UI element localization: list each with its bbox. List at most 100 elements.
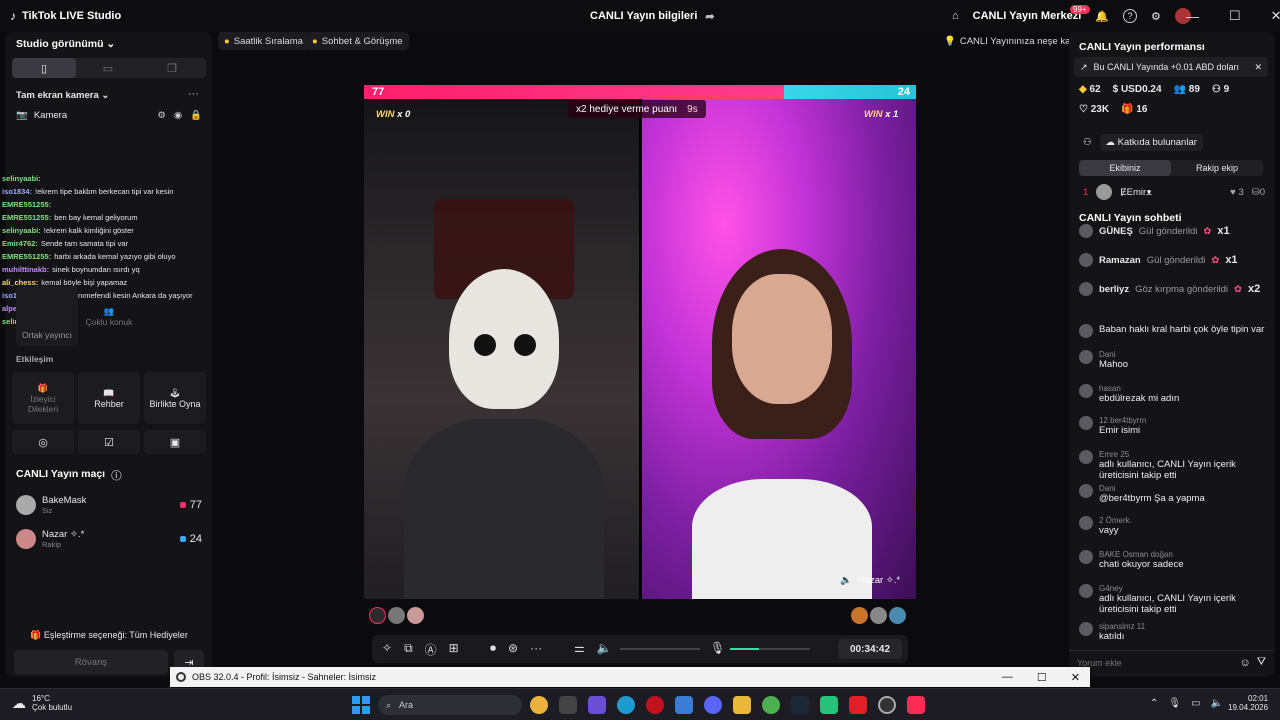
score-dot: [179, 502, 186, 508]
play-together-button[interactable]: 🕹 Birlikte Oyna: [144, 372, 206, 424]
magic-wand-icon[interactable]: ✧: [382, 641, 392, 658]
record-icon[interactable]: ⏺: [490, 641, 496, 656]
avatar[interactable]: [407, 607, 424, 624]
game-icon[interactable]: [820, 696, 838, 714]
volume-icon[interactable]: 🔈: [1211, 698, 1223, 709]
steam-icon[interactable]: [791, 696, 809, 714]
share-icon[interactable]: ➦: [705, 10, 714, 23]
box-button[interactable]: ▣: [144, 430, 206, 454]
overlay-chat-line: muhilttinakb: sinek boynumdan ısırdı yq: [2, 265, 140, 274]
store-icon[interactable]: [559, 696, 577, 714]
overlay-chat-line: EMRE551255:: [2, 200, 54, 209]
check-button[interactable]: ☑: [78, 430, 140, 454]
avatar[interactable]: [851, 607, 868, 624]
edge-icon[interactable]: [617, 696, 635, 714]
mic-slider[interactable]: [730, 648, 810, 650]
rematch-button[interactable]: Rövanş: [14, 650, 168, 674]
gear-icon[interactable]: ⚙: [1151, 10, 1161, 23]
eye-icon[interactable]: ◉: [174, 110, 182, 121]
filter-icon[interactable]: ⛛: [1257, 656, 1266, 669]
folder-icon[interactable]: [733, 696, 751, 714]
maximize-icon[interactable]: ☐: [1229, 8, 1241, 24]
minimize-icon[interactable]: —: [1186, 9, 1199, 24]
microphone-icon[interactable]: 🎙: [1168, 698, 1181, 709]
target-button[interactable]: ◎: [12, 430, 74, 454]
chat-meet-chip[interactable]: ● Sohbet & Görüşme: [306, 32, 409, 50]
discord-icon[interactable]: [704, 696, 722, 714]
maximize-icon[interactable]: ☐: [1037, 671, 1047, 684]
help-icon[interactable]: ⓘ: [111, 468, 122, 483]
display-icon[interactable]: ▭: [1191, 698, 1200, 709]
live-center-link[interactable]: CANLI Yayın Merkezi: [973, 10, 1082, 22]
opera-icon[interactable]: [646, 696, 664, 714]
fun-chip[interactable]: 💡 CANLI Yayınınıza neşe katın: [938, 32, 1087, 50]
contributors-row[interactable]: ⚇ ☁ Katkıda bulunanlar: [1083, 134, 1203, 151]
bell-icon[interactable]: 🔔: [1095, 10, 1109, 23]
sliders-icon[interactable]: ⚌: [574, 641, 585, 655]
contributors-button[interactable]: ☁ Katkıda bulunanlar: [1099, 134, 1203, 151]
match-option[interactable]: 🎁 Eşleştirme seçeneği: Tüm Hediyeler: [6, 630, 212, 641]
avatar[interactable]: [388, 607, 405, 624]
chat-message: adlı kullanıcı, CANLI Yayın içerik üreti…: [1099, 593, 1236, 615]
mask-eye: [474, 334, 496, 356]
gift-row: Ramazan Gül gönderildi ✿ x1: [1079, 253, 1238, 267]
clock[interactable]: 02:01 19.04.2026: [1228, 694, 1268, 712]
microphone-icon[interactable]: 🎙: [710, 641, 725, 655]
hourly-ranking-chip[interactable]: ● Saatlik Sıralama: [218, 32, 309, 50]
camera-source[interactable]: 📷 Kamera ⚙ ◉ 🔒: [16, 110, 202, 121]
co-host-button[interactable]: Ortak yayıncı: [16, 286, 78, 346]
multi-layout-button[interactable]: ❐: [140, 58, 204, 78]
stabilize-icon[interactable]: ⊛: [508, 641, 518, 656]
mail-icon[interactable]: [675, 696, 693, 714]
lock-icon[interactable]: 🔒: [190, 110, 202, 121]
landscape-icon: ▭: [102, 62, 114, 75]
ai-icon[interactable]: Ⓐ: [425, 641, 437, 658]
multi-guest-button[interactable]: 👥 Çoklu konuk: [78, 286, 140, 346]
effects-icon[interactable]: ⧉: [404, 641, 413, 658]
windows-start-icon[interactable]: [352, 696, 370, 714]
tiktok-taskbar-icon[interactable]: [907, 696, 925, 714]
viewer-wishes-button[interactable]: 🎁 İzleyici Dilekleri: [12, 372, 74, 424]
more-icon[interactable]: ···: [530, 641, 542, 656]
guide-button[interactable]: 📖 Rehber: [78, 372, 140, 424]
weather-widget[interactable]: ☁ 16°C Çok bulutlu: [12, 694, 72, 712]
minimize-icon[interactable]: —: [1002, 671, 1013, 684]
tab-ours[interactable]: Ekibiniz: [1079, 160, 1171, 176]
avatar[interactable]: [870, 607, 887, 624]
chat-message: @ber4tbyrm Şa a yapma: [1099, 493, 1205, 504]
settings-icon[interactable]: ⚙: [157, 110, 166, 121]
help-icon[interactable]: ?: [1122, 9, 1137, 23]
score-right-fill: 24: [783, 85, 916, 99]
avatar[interactable]: [889, 607, 906, 624]
taskbar-search[interactable]: ⌕ Ara: [378, 695, 522, 715]
home-icon[interactable]: ⌂: [952, 10, 959, 22]
tab-rival[interactable]: Rakip ekip: [1171, 160, 1263, 176]
live-info-title[interactable]: CANLI Yayın bilgileri: [590, 10, 697, 22]
landscape-layout-button[interactable]: ▭: [76, 58, 140, 78]
close-icon[interactable]: ✕: [1271, 8, 1280, 24]
close-icon[interactable]: ✕: [1254, 62, 1262, 73]
speaker-icon[interactable]: 🔈: [597, 641, 612, 655]
comment-input[interactable]: [1077, 657, 1234, 668]
avatar[interactable]: [369, 607, 386, 624]
more-icon[interactable]: ···: [188, 88, 199, 100]
studio-view-dropdown[interactable]: Studio görünümü ⌄: [16, 38, 115, 50]
emoji-icon[interactable]: ☺: [1240, 657, 1251, 669]
scene-dropdown[interactable]: Tam ekran kamera ⌄: [16, 90, 109, 101]
volume-slider[interactable]: [620, 648, 700, 650]
teams-icon[interactable]: [588, 696, 606, 714]
opponent-video: 🔈 Nazar ✧.*: [642, 99, 916, 599]
screen-icon[interactable]: ⊞: [449, 641, 459, 658]
portrait-layout-button[interactable]: ▯: [12, 58, 76, 78]
title-bar: ♪ TikTok LIVE Studio CANLI Yayın bilgile…: [0, 0, 1280, 32]
obs-taskbar-icon[interactable]: [878, 696, 896, 714]
close-icon[interactable]: ✕: [1071, 671, 1080, 684]
speaker-icon[interactable]: 🔈: [840, 575, 852, 586]
chrome-alt-icon[interactable]: [762, 696, 780, 714]
youtube-icon[interactable]: [849, 696, 867, 714]
obs-window-bar[interactable]: OBS 32.0.4 - Profil: İsimsiz - Sahneler:…: [170, 667, 1090, 687]
avatar: [1079, 550, 1093, 564]
gift-user: berliyz: [1099, 283, 1130, 295]
chevron-up-icon[interactable]: ⌃: [1150, 698, 1158, 709]
chrome-icon[interactable]: [530, 696, 548, 714]
